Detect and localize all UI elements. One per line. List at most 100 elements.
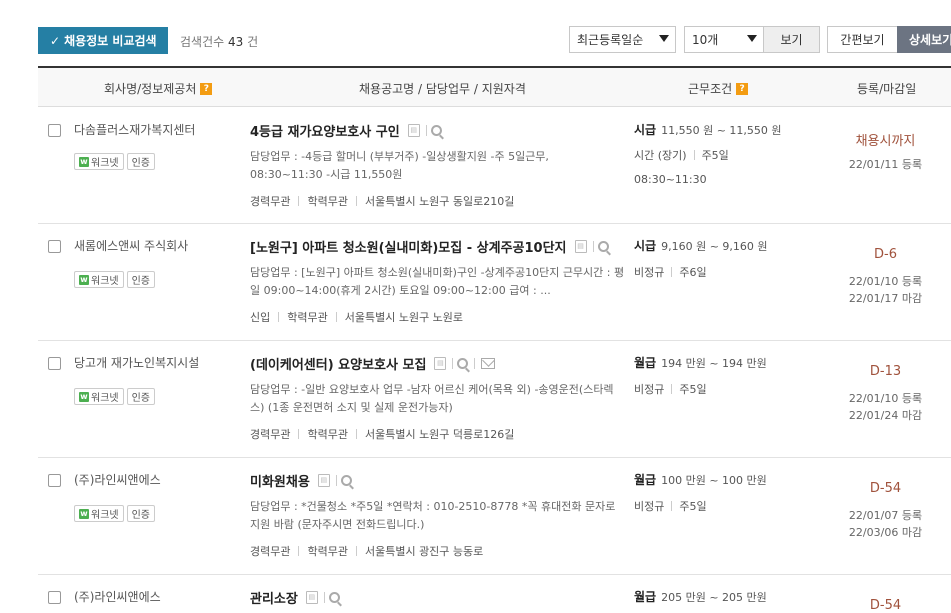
register-date: 22/01/10 등록 — [848, 392, 923, 405]
pay-type: 월급 — [634, 356, 657, 370]
document-icon[interactable]: ▤ — [305, 591, 318, 604]
badge-group: w 워크넷 인증 — [74, 505, 156, 522]
worknet-badge-label: 워크넷 — [91, 276, 119, 287]
work-condition: 비정규 주5일 — [634, 381, 707, 397]
search-icon[interactable] — [430, 125, 442, 136]
page-size-select[interactable]: 10개 — [684, 26, 764, 53]
divider — [298, 429, 300, 439]
divider — [671, 267, 673, 277]
table-row: 다솜플러스재가복지센터 w 워크넷 인증 4등급 재가요양보호사 구인 ▤ 담당업… — [38, 107, 951, 224]
job-title[interactable]: 관리소장 ▤ — [250, 588, 340, 607]
header-company: 회사명/정보제공처 ? — [104, 80, 213, 97]
badge-group: w 워크넷 인증 — [74, 153, 156, 170]
document-icon[interactable]: ▤ — [317, 474, 330, 487]
job-title-text[interactable]: 미화원채용 — [250, 471, 310, 490]
worknet-badge-label: 워크넷 — [91, 158, 119, 169]
job-title[interactable]: [노원구] 아파트 청소원(실내미화)모집 - 상계주공10단지 ▤ — [250, 237, 609, 256]
job-title[interactable]: 4등급 재가요양보호사 구인 ▤ — [250, 121, 442, 140]
row-checkbox[interactable] — [48, 240, 61, 253]
register-date: 22/01/10 등록 — [848, 275, 923, 288]
worknet-badge: w 워크넷 — [74, 271, 124, 288]
detail-view-button[interactable]: 상세보기 — [897, 26, 951, 53]
job-duty: 담당업무 : [노원구] 아파트 청소원(실내미화)구인 -상계주공10단지 근… — [250, 266, 625, 297]
pay-condition: 시급 11,550 원 ~ 11,550 원 — [634, 121, 782, 138]
search-icon[interactable] — [597, 241, 609, 252]
help-icon[interactable]: ? — [736, 82, 749, 95]
tag-education: 학력무관 — [307, 195, 348, 208]
due-date: 22/01/17 마감 — [848, 292, 923, 305]
row-checkbox[interactable] — [48, 474, 61, 487]
sort-select[interactable]: 최근등록일순 — [569, 26, 676, 53]
job-title[interactable]: (데이케어센터) 요양보호사 모집 ▤ — [250, 354, 496, 373]
job-duty: 담당업무 : -4등급 할머니 (부부거주) -일상생활지원 -주 5일근무, … — [250, 150, 549, 181]
header-date: 등록/마감일 — [857, 80, 916, 97]
divider — [298, 546, 300, 556]
cert-badge: 인증 — [126, 153, 156, 170]
tag-location: 서울특별시 노원구 덕릉로126길 — [364, 428, 515, 441]
work-condition: 시간 (장기) 주5일 — [634, 147, 729, 163]
page-size-select-value: 10개 — [692, 33, 719, 47]
chevron-down-icon — [747, 35, 757, 42]
divider — [452, 358, 454, 369]
chevron-down-icon — [659, 35, 669, 42]
table-row: 당고개 재가노인복지시설 w 워크넷 인증 (데이케어센터) 요양보호사 모집 ▤… — [38, 341, 951, 458]
work-days: 주6일 — [679, 266, 707, 279]
work-days: 주5일 — [679, 383, 707, 396]
badge-group: w 워크넷 인증 — [74, 388, 156, 405]
toolbar: ✓ 채용정보 비교검색 검색건수 43 건 최근등록일순 10개 보기 간편보기… — [0, 0, 951, 66]
row-checkbox[interactable] — [48, 357, 61, 370]
company-name[interactable]: 다솜플러스재가복지센터 — [74, 121, 195, 138]
tag-location: 서울특별시 노원구 동일로210길 — [364, 195, 515, 208]
simple-view-button[interactable]: 간편보기 — [827, 26, 898, 53]
company-name[interactable]: (주)라인씨앤에스 — [74, 588, 161, 605]
header-conditions: 근무조건 ? — [688, 80, 749, 97]
mail-icon[interactable] — [481, 358, 496, 369]
view-button[interactable]: 보기 — [763, 26, 820, 53]
company-name[interactable]: 당고개 재가노인복지시설 — [74, 354, 199, 371]
job-title-text[interactable]: 관리소장 — [250, 588, 298, 607]
job-title-text[interactable]: (데이케어센터) 요양보호사 모집 — [250, 354, 426, 373]
divider — [335, 312, 337, 322]
employment-type: 시간 (장기) — [634, 149, 687, 162]
tag-education: 학력무관 — [287, 311, 328, 324]
divider — [474, 358, 476, 369]
company-name[interactable]: 새롬에스앤씨 주식회사 — [74, 237, 188, 254]
row-checkbox[interactable] — [48, 591, 61, 604]
badge-group: w 워크넷 인증 — [74, 271, 156, 288]
job-title-text[interactable]: [노원구] 아파트 청소원(실내미화)모집 - 상계주공10단지 — [250, 237, 567, 256]
worknet-badge: w 워크넷 — [74, 388, 124, 405]
document-icon[interactable]: ▤ — [407, 124, 420, 137]
job-title[interactable]: 미화원채용 ▤ — [250, 471, 352, 490]
table-row: (주)라인씨앤에스 관리소장 ▤ 월급 205 만원 ~ 205 만원 D-54 — [38, 575, 951, 613]
divider — [355, 429, 357, 439]
table-row: 새롬에스앤씨 주식회사 w 워크넷 인증 [노원구] 아파트 청소원(실내미화)모… — [38, 224, 951, 341]
tag-location: 서울특별시 광진구 능동로 — [364, 545, 484, 558]
worknet-icon: w — [79, 156, 89, 167]
row-checkbox[interactable] — [48, 124, 61, 137]
tag-education: 학력무관 — [307, 428, 348, 441]
pay-range: 9,160 원 ~ 9,160 원 — [661, 239, 768, 253]
search-icon[interactable] — [457, 358, 469, 369]
table-row: (주)라인씨앤에스 w 워크넷 인증 미화원채용 ▤ 담당업무 : *건물청소 *… — [38, 458, 951, 575]
document-icon[interactable]: ▤ — [574, 240, 587, 253]
pay-condition: 시급 9,160 원 ~ 9,160 원 — [634, 237, 768, 254]
pay-condition: 월급 100 만원 ~ 100 만원 — [634, 471, 767, 488]
worknet-badge: w 워크넷 — [74, 505, 124, 522]
company-name[interactable]: (주)라인씨앤에스 — [74, 471, 161, 488]
divider — [323, 592, 325, 603]
compare-search-button[interactable]: ✓ 채용정보 비교검색 — [38, 27, 168, 54]
work-days: 주5일 — [701, 149, 729, 162]
pay-range: 11,550 원 ~ 11,550 원 — [661, 123, 782, 137]
job-title-text[interactable]: 4등급 재가요양보호사 구인 — [250, 121, 400, 140]
deadline-status: D-6 — [874, 247, 897, 262]
deadline-status: D-54 — [869, 481, 902, 496]
search-icon[interactable] — [340, 475, 352, 486]
search-icon[interactable] — [328, 592, 340, 603]
pay-condition: 월급 194 만원 ~ 194 만원 — [634, 354, 767, 371]
job-tags: 경력무관 학력무관 서울특별시 광진구 능동로 — [250, 543, 483, 559]
due-date: 22/01/24 마감 — [848, 409, 923, 422]
pay-range: 205 만원 ~ 205 만원 — [661, 590, 767, 604]
help-icon[interactable]: ? — [200, 82, 213, 95]
document-icon[interactable]: ▤ — [434, 357, 447, 370]
employment-type: 비정규 — [634, 500, 665, 513]
